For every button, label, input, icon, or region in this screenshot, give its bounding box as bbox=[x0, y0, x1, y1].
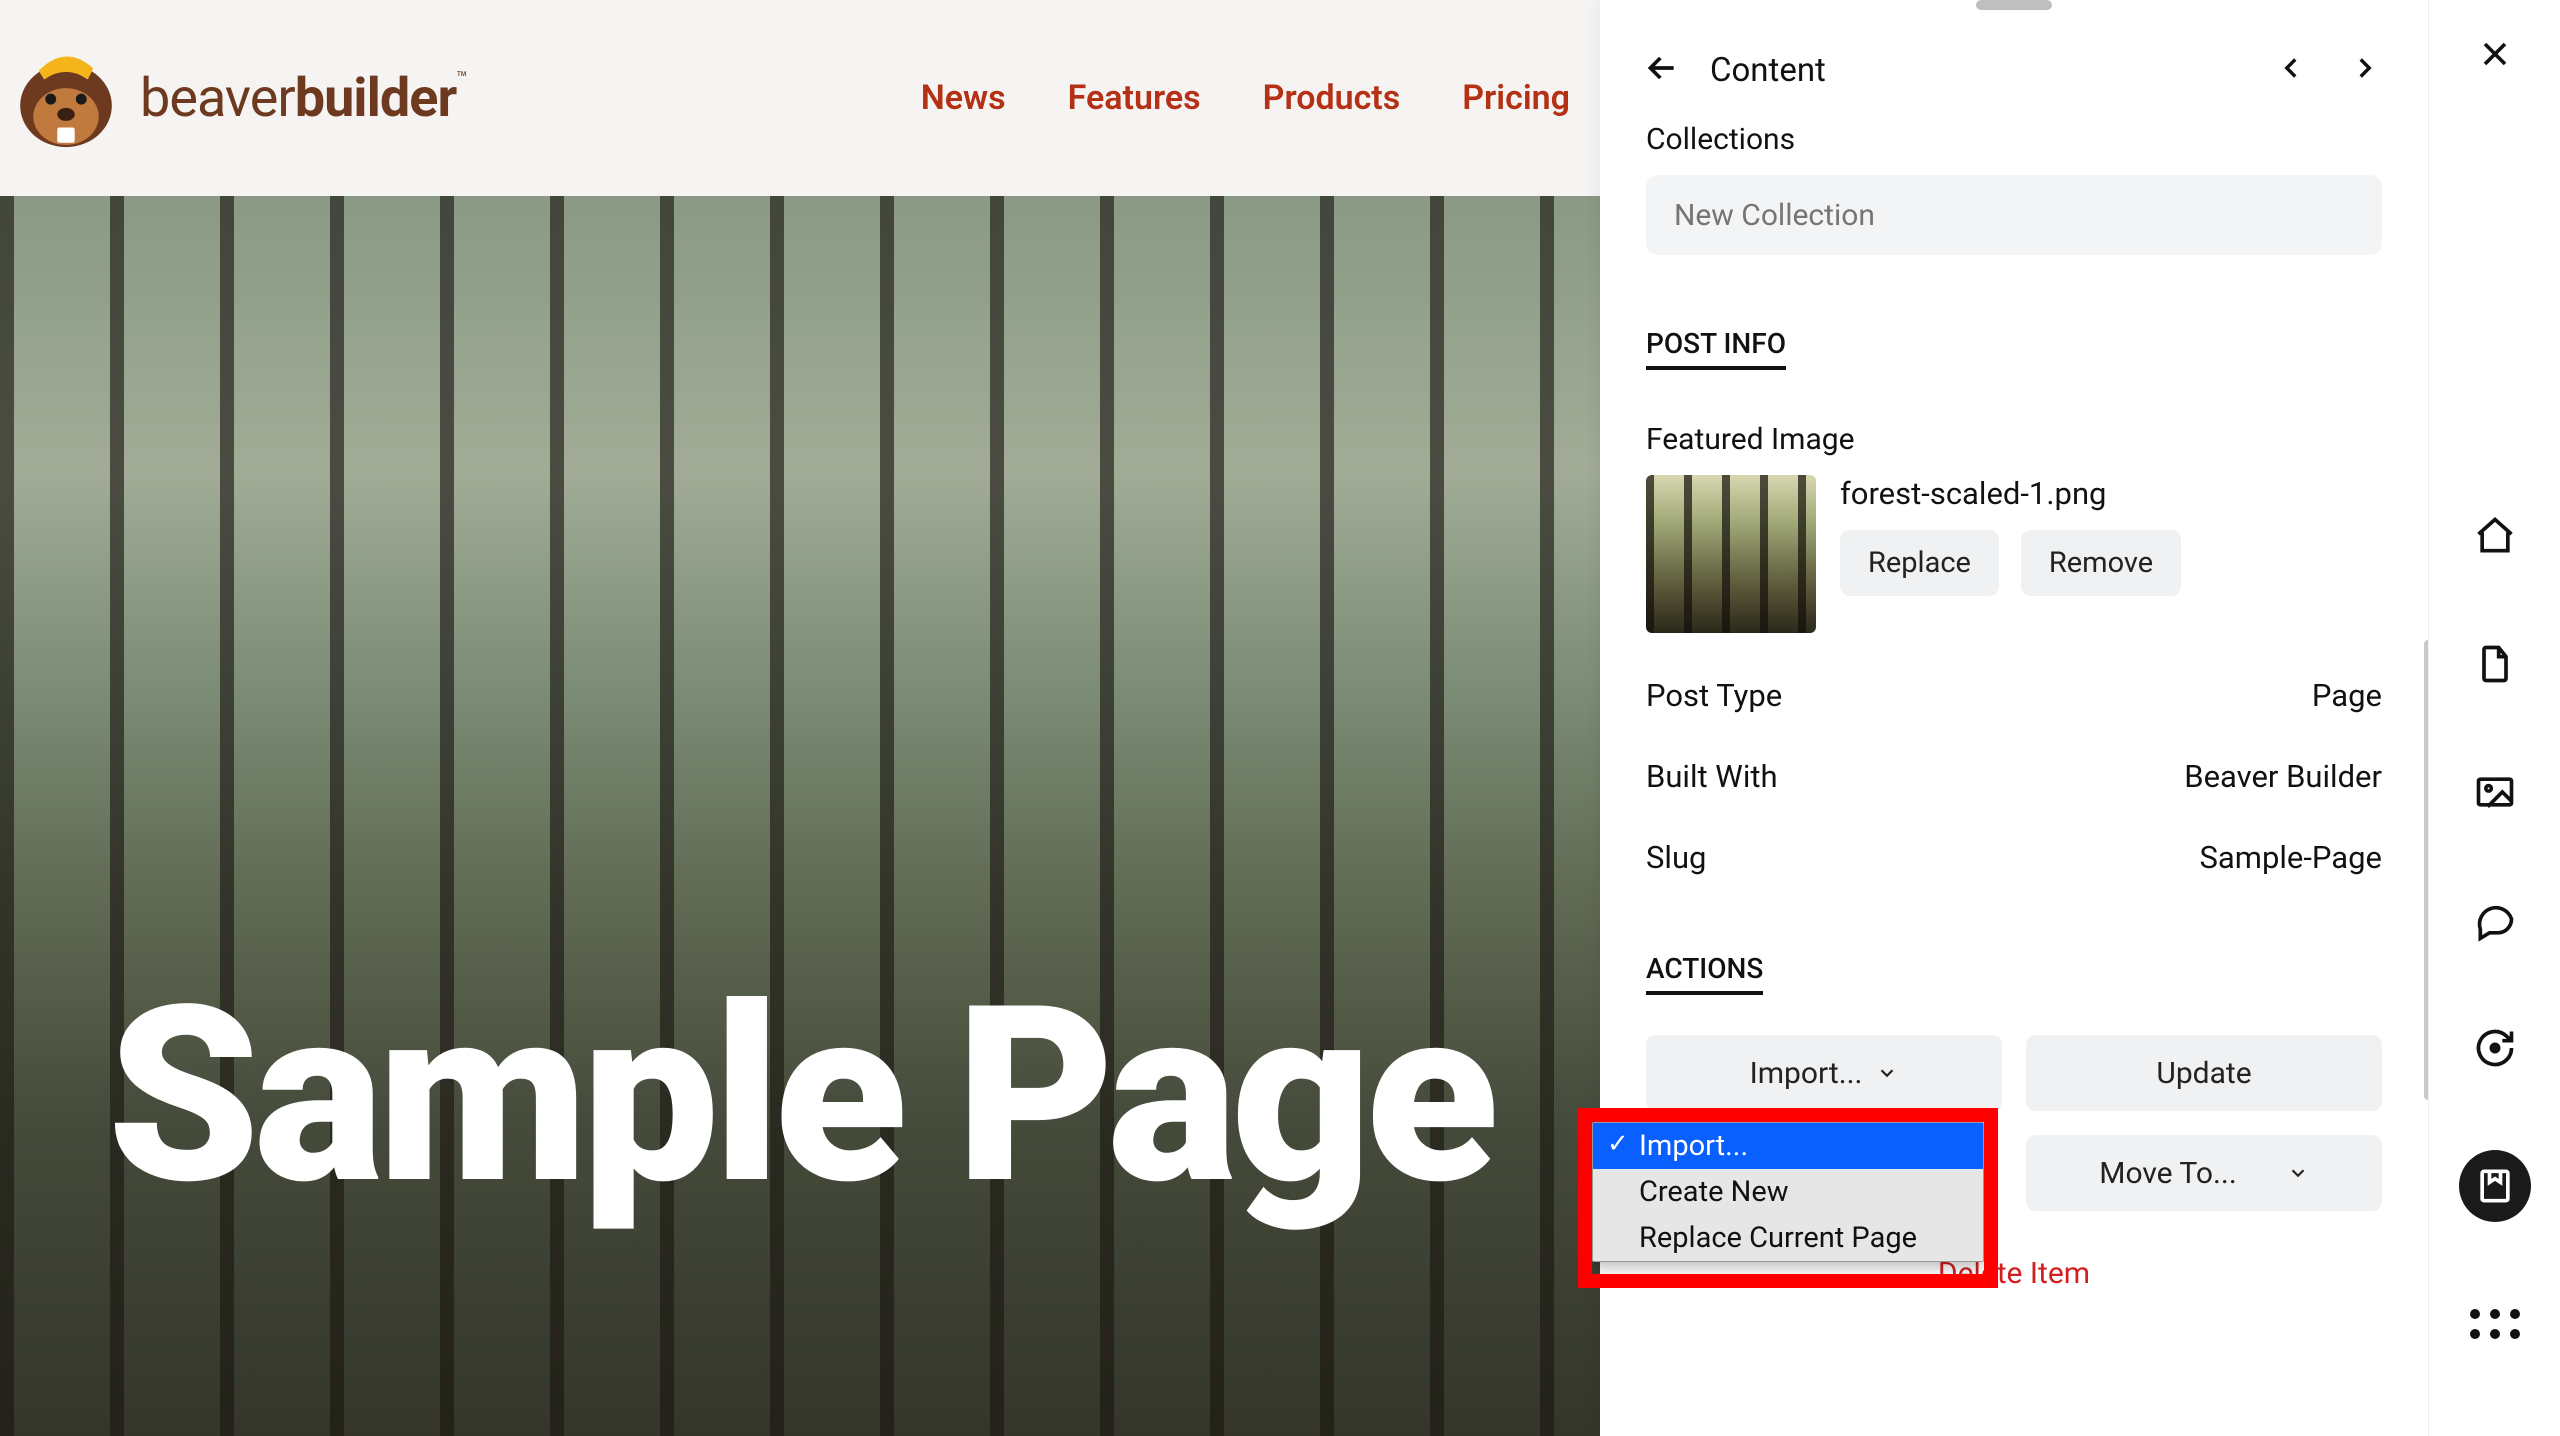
new-collection-input[interactable] bbox=[1646, 175, 2382, 255]
slug-label: Slug bbox=[1646, 839, 1706, 876]
built-with-value: Beaver Builder bbox=[2184, 758, 2382, 795]
hero: Sample Page bbox=[0, 196, 1600, 1436]
rail-home[interactable] bbox=[2469, 510, 2521, 562]
rail-document[interactable] bbox=[2469, 638, 2521, 690]
document-icon bbox=[2473, 642, 2517, 686]
post-type-label: Post Type bbox=[1646, 677, 1782, 714]
prev-button[interactable] bbox=[2274, 51, 2308, 89]
beaver-logo-icon bbox=[0, 38, 132, 158]
dropdown-option-create-new[interactable]: Create New bbox=[1593, 1169, 1983, 1215]
import-button[interactable]: Import... bbox=[1646, 1035, 2002, 1111]
content-panel: Content Collections POST INFO Featured I… bbox=[1600, 0, 2428, 1436]
rail-comments[interactable] bbox=[2469, 894, 2521, 946]
post-type-value: Page bbox=[2312, 677, 2382, 714]
nav-products[interactable]: Products bbox=[1263, 78, 1401, 118]
hero-background-image bbox=[0, 196, 1600, 1436]
nav-pricing[interactable]: Pricing bbox=[1462, 78, 1570, 118]
replace-image-button[interactable]: Replace bbox=[1840, 530, 1999, 596]
collections-label: Collections bbox=[1646, 122, 2382, 157]
chevron-down-icon bbox=[2287, 1162, 2309, 1184]
back-button[interactable] bbox=[1642, 48, 1682, 92]
chevron-left-icon bbox=[2274, 51, 2308, 85]
grid-icon bbox=[2470, 1309, 2520, 1339]
rail-library[interactable] bbox=[2459, 1150, 2531, 1222]
tab-actions[interactable]: ACTIONS bbox=[1646, 952, 1763, 995]
panel-drag-handle[interactable] bbox=[1976, 0, 2052, 10]
tab-post-info[interactable]: POST INFO bbox=[1646, 327, 1786, 370]
close-icon bbox=[2475, 34, 2515, 74]
featured-image-label: Featured Image bbox=[1646, 422, 2382, 457]
remove-image-button[interactable]: Remove bbox=[2021, 530, 2181, 596]
page-title: Sample Page bbox=[107, 974, 1492, 1218]
image-icon bbox=[2473, 770, 2517, 814]
main-nav: News Features Products Pricing bbox=[921, 78, 1600, 118]
dropdown-option-import[interactable]: Import... bbox=[1593, 1123, 1983, 1169]
panel-title: Content bbox=[1710, 51, 1826, 90]
nav-features[interactable]: Features bbox=[1068, 78, 1201, 118]
site-header: beaverbuilder™ News Features Products Pr… bbox=[0, 0, 1600, 196]
logo-text: beaverbuilder™ bbox=[140, 67, 467, 130]
import-dropdown[interactable]: Import... Create New Replace Current Pag… bbox=[1592, 1122, 1984, 1262]
rail-sync[interactable] bbox=[2469, 1022, 2521, 1074]
built-with-label: Built With bbox=[1646, 758, 1778, 795]
update-button[interactable]: Update bbox=[2026, 1035, 2382, 1111]
featured-image-filename: forest-scaled-1.png bbox=[1840, 475, 2181, 512]
chat-icon bbox=[2473, 898, 2517, 942]
nav-news[interactable]: News bbox=[921, 78, 1006, 118]
bookmark-save-icon bbox=[2473, 1164, 2517, 1208]
dropdown-option-replace-current[interactable]: Replace Current Page bbox=[1593, 1215, 1983, 1261]
tool-rail bbox=[2428, 0, 2560, 1436]
panel-header: Content bbox=[1600, 10, 2428, 108]
home-icon bbox=[2473, 514, 2517, 558]
rail-apps[interactable] bbox=[2469, 1298, 2521, 1350]
logo[interactable]: beaverbuilder™ bbox=[0, 38, 467, 158]
move-to-button[interactable]: Move To... bbox=[2026, 1135, 2382, 1211]
chevron-right-icon bbox=[2348, 51, 2382, 85]
chevron-down-icon bbox=[1876, 1062, 1898, 1084]
featured-image-thumbnail[interactable] bbox=[1646, 475, 1816, 633]
arrow-left-icon bbox=[1642, 48, 1682, 88]
rail-media[interactable] bbox=[2469, 766, 2521, 818]
slug-value: Sample-Page bbox=[2199, 839, 2382, 876]
close-button[interactable] bbox=[2475, 34, 2515, 78]
sync-icon bbox=[2473, 1026, 2517, 1070]
next-button[interactable] bbox=[2348, 51, 2382, 89]
